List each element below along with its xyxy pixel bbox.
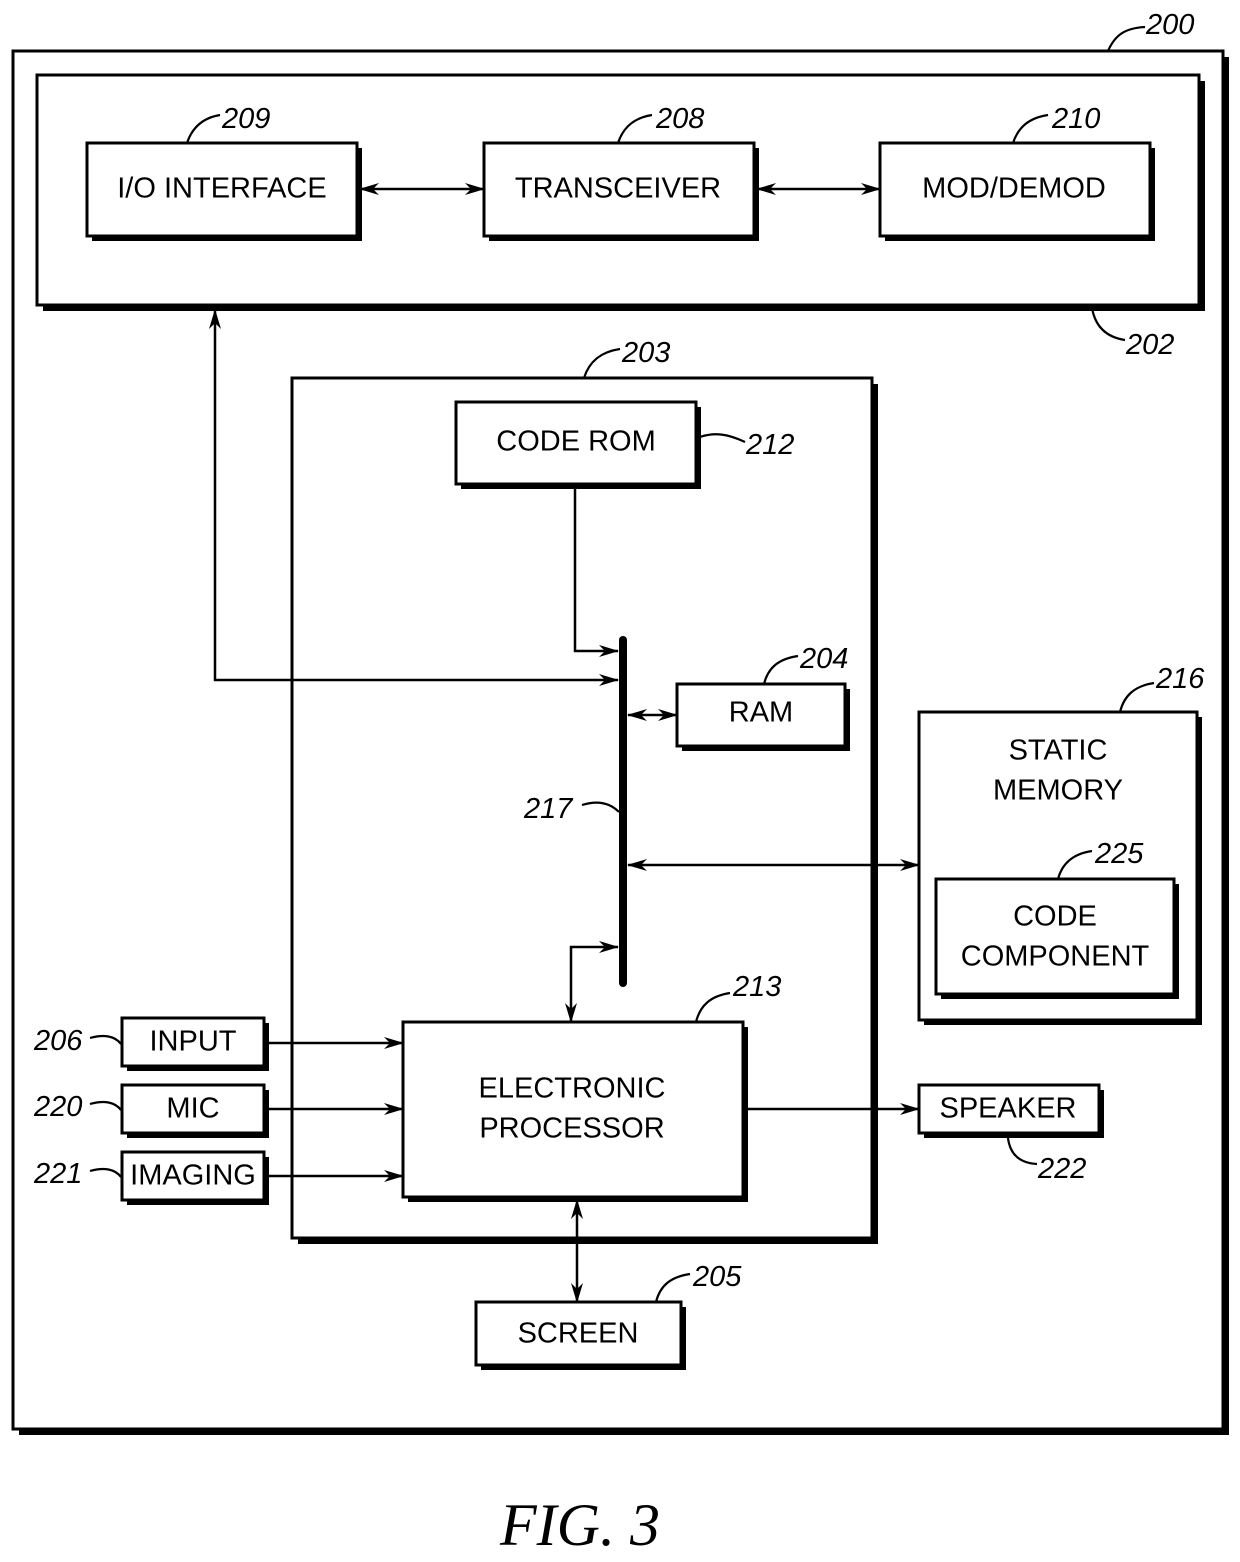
speaker-block: SPEAKER xyxy=(917,1083,1104,1138)
ref-209: 209 xyxy=(221,103,270,135)
ref-208: 208 xyxy=(655,103,704,135)
ram-block: RAM xyxy=(675,682,850,751)
imaging-block: IMAGING xyxy=(120,1150,269,1205)
transceiver-block: TRANSCEIVER xyxy=(482,141,759,241)
ref-225: 225 xyxy=(1094,838,1144,870)
code-rom-block: CODE ROM xyxy=(454,400,701,489)
ref-leader-200 xyxy=(1106,25,1146,52)
ref-213: 213 xyxy=(732,971,781,1003)
mod-demod-block: MOD/DEMOD xyxy=(878,141,1155,241)
ref-205: 205 xyxy=(692,1261,742,1293)
static-memory-label-line2: MEMORY xyxy=(993,775,1123,807)
ram-label: RAM xyxy=(729,697,793,729)
ref-210: 210 xyxy=(1051,103,1100,135)
imaging-label: IMAGING xyxy=(130,1160,256,1192)
ref-200: 200 xyxy=(1145,9,1194,41)
ref-222: 222 xyxy=(1037,1153,1086,1185)
screen-block: SCREEN xyxy=(474,1300,686,1370)
input-block: INPUT xyxy=(120,1016,269,1071)
ref-216: 216 xyxy=(1155,663,1205,695)
processor-label-line2: PROCESSOR xyxy=(479,1113,664,1145)
ref-202: 202 xyxy=(1125,329,1174,361)
speaker-label: SPEAKER xyxy=(940,1093,1077,1125)
code-component-label-line2: COMPONENT xyxy=(961,941,1150,973)
ref-206: 206 xyxy=(33,1025,83,1057)
ref-204: 204 xyxy=(799,643,848,675)
electronic-processor-block: ELECTRONIC PROCESSOR xyxy=(401,1020,748,1202)
code-component-label-line1: CODE xyxy=(1013,901,1097,933)
mic-block: MIC xyxy=(120,1083,269,1138)
ref-203: 203 xyxy=(621,337,670,369)
transceiver-label: TRANSCEIVER xyxy=(515,173,721,205)
ref-217: 217 xyxy=(523,793,574,825)
code-rom-label: CODE ROM xyxy=(496,426,656,458)
figure-caption: FIG. 3 xyxy=(499,1492,660,1558)
code-component-block: CODE COMPONENT xyxy=(934,877,1179,999)
mic-label: MIC xyxy=(166,1093,219,1125)
io-interface-block: I/O INTERFACE xyxy=(85,141,362,241)
block-diagram: 200 202 I/O INTERFACE 209 TRANSCEIVER 20… xyxy=(11,9,1229,1558)
mod-demod-label: MOD/DEMOD xyxy=(922,173,1106,205)
ref-220: 220 xyxy=(33,1091,82,1123)
ref-221: 221 xyxy=(33,1158,82,1190)
processor-label-line1: ELECTRONIC xyxy=(479,1073,666,1105)
io-interface-label: I/O INTERFACE xyxy=(117,173,326,205)
static-memory-label-line1: STATIC xyxy=(1009,735,1108,767)
ref-212: 212 xyxy=(745,429,794,461)
input-label: INPUT xyxy=(150,1026,237,1058)
screen-label: SCREEN xyxy=(518,1318,639,1350)
